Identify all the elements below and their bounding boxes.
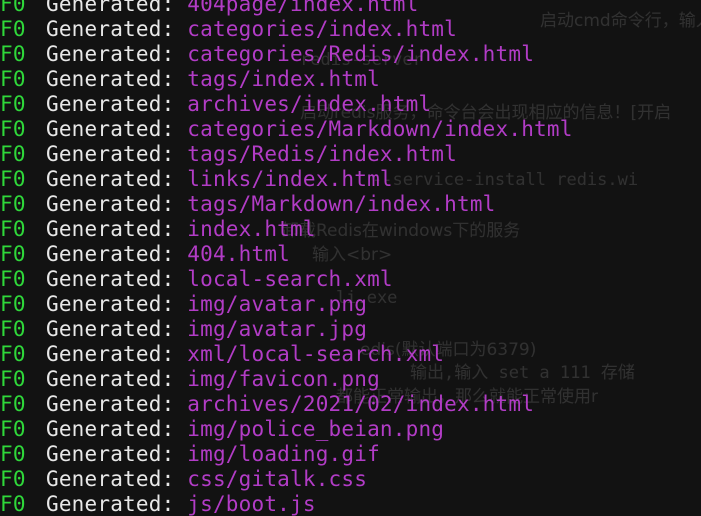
log-line: F0 Generated: img/avatar.jpg xyxy=(0,317,573,342)
file-path: img/favicon.png xyxy=(187,367,380,391)
file-path: index.html xyxy=(187,217,316,241)
status-code: F0 xyxy=(0,492,26,516)
generated-label: Generated: xyxy=(46,67,175,91)
file-path: archives/index.html xyxy=(187,92,432,116)
status-code: F0 xyxy=(0,167,26,191)
status-code: F0 xyxy=(0,417,26,441)
generated-label: Generated: xyxy=(46,167,175,191)
file-path: img/loading.gif xyxy=(187,442,380,466)
file-path: 404.html xyxy=(187,242,291,266)
log-line: F0 Generated: 404.html xyxy=(0,242,573,267)
file-path: img/police_beian.png xyxy=(187,417,445,441)
generated-label: Generated: xyxy=(46,417,175,441)
status-code: F0 xyxy=(0,267,26,291)
generated-label: Generated: xyxy=(46,92,175,116)
status-code: F0 xyxy=(0,442,26,466)
generated-label: Generated: xyxy=(46,492,175,516)
status-code: F0 xyxy=(0,0,26,16)
generated-label: Generated: xyxy=(46,317,175,341)
generated-label: Generated: xyxy=(46,267,175,291)
file-path: xml/local-search.xml xyxy=(187,342,445,366)
terminal-window[interactable]: 启动cmd命令行，输入 redis-server 启动redis服务，命令台会出… xyxy=(0,0,701,516)
status-code: F0 xyxy=(0,242,26,266)
generated-label: Generated: xyxy=(46,342,175,366)
log-line: F0 Generated: archives/index.html xyxy=(0,92,573,117)
log-line: F0 Generated: categories/Redis/index.html xyxy=(0,42,573,67)
log-line: F0 Generated: img/avatar.png xyxy=(0,292,573,317)
generated-label: Generated: xyxy=(46,217,175,241)
log-line: F0 Generated: local-search.xml xyxy=(0,267,573,292)
log-line: F0 Generated: tags/Markdown/index.html xyxy=(0,192,573,217)
log-line: F0 Generated: css/gitalk.css xyxy=(0,467,573,492)
generated-label: Generated: xyxy=(46,442,175,466)
file-path: archives/2021/02/index.html xyxy=(187,392,535,416)
file-path: local-search.xml xyxy=(187,267,393,291)
log-line: F0 Generated: categories/Markdown/index.h… xyxy=(0,117,573,142)
file-path: tags/Redis/index.html xyxy=(187,142,457,166)
status-code: F0 xyxy=(0,42,26,66)
status-code: F0 xyxy=(0,192,26,216)
file-path: tags/index.html xyxy=(187,67,380,91)
output-log: F0 Generated: 404page/index.html F0 Generat… xyxy=(0,0,573,516)
status-code: F0 xyxy=(0,317,26,341)
file-path: categories/index.html xyxy=(187,17,457,41)
log-line: F0 Generated: archives/2021/02/index.html xyxy=(0,392,573,417)
file-path: img/avatar.jpg xyxy=(187,317,368,341)
log-line: F0 Generated: img/loading.gif xyxy=(0,442,573,467)
status-code: F0 xyxy=(0,392,26,416)
generated-label: Generated: xyxy=(46,117,175,141)
status-code: F0 xyxy=(0,67,26,91)
generated-label: Generated: xyxy=(46,17,175,41)
log-line: F0 Generated: js/boot.js xyxy=(0,492,573,516)
status-code: F0 xyxy=(0,117,26,141)
log-line: F0 Generated: xml/local-search.xml xyxy=(0,342,573,367)
file-path: categories/Redis/index.html xyxy=(187,42,535,66)
log-line: F0 Generated: 404page/index.html xyxy=(0,0,573,17)
status-code: F0 xyxy=(0,367,26,391)
file-path: tags/Markdown/index.html xyxy=(187,192,496,216)
log-line: F0 Generated: tags/Redis/index.html xyxy=(0,142,573,167)
file-path: categories/Markdown/index.html xyxy=(187,117,573,141)
generated-label: Generated: xyxy=(46,467,175,491)
generated-label: Generated: xyxy=(46,192,175,216)
log-line: F0 Generated: img/police_beian.png xyxy=(0,417,573,442)
status-code: F0 xyxy=(0,217,26,241)
file-path: 404page/index.html xyxy=(187,0,419,16)
generated-label: Generated: xyxy=(46,42,175,66)
generated-label: Generated: xyxy=(46,292,175,316)
generated-label: Generated: xyxy=(46,242,175,266)
generated-label: Generated: xyxy=(46,142,175,166)
log-line: F0 Generated: index.html xyxy=(0,217,573,242)
status-code: F0 xyxy=(0,467,26,491)
status-code: F0 xyxy=(0,142,26,166)
log-line: F0 Generated: tags/index.html xyxy=(0,67,573,92)
generated-label: Generated: xyxy=(46,392,175,416)
generated-label: Generated: xyxy=(46,367,175,391)
file-path: css/gitalk.css xyxy=(187,467,368,491)
log-line: F0 Generated: links/index.html xyxy=(0,167,573,192)
log-line: F0 Generated: img/favicon.png xyxy=(0,367,573,392)
generated-label: Generated: xyxy=(46,0,175,16)
status-code: F0 xyxy=(0,17,26,41)
log-line: F0 Generated: categories/index.html xyxy=(0,17,573,42)
status-code: F0 xyxy=(0,342,26,366)
file-path: img/avatar.png xyxy=(187,292,368,316)
file-path: links/index.html xyxy=(187,167,393,191)
status-code: F0 xyxy=(0,92,26,116)
status-code: F0 xyxy=(0,292,26,316)
file-path: js/boot.js xyxy=(187,492,316,516)
